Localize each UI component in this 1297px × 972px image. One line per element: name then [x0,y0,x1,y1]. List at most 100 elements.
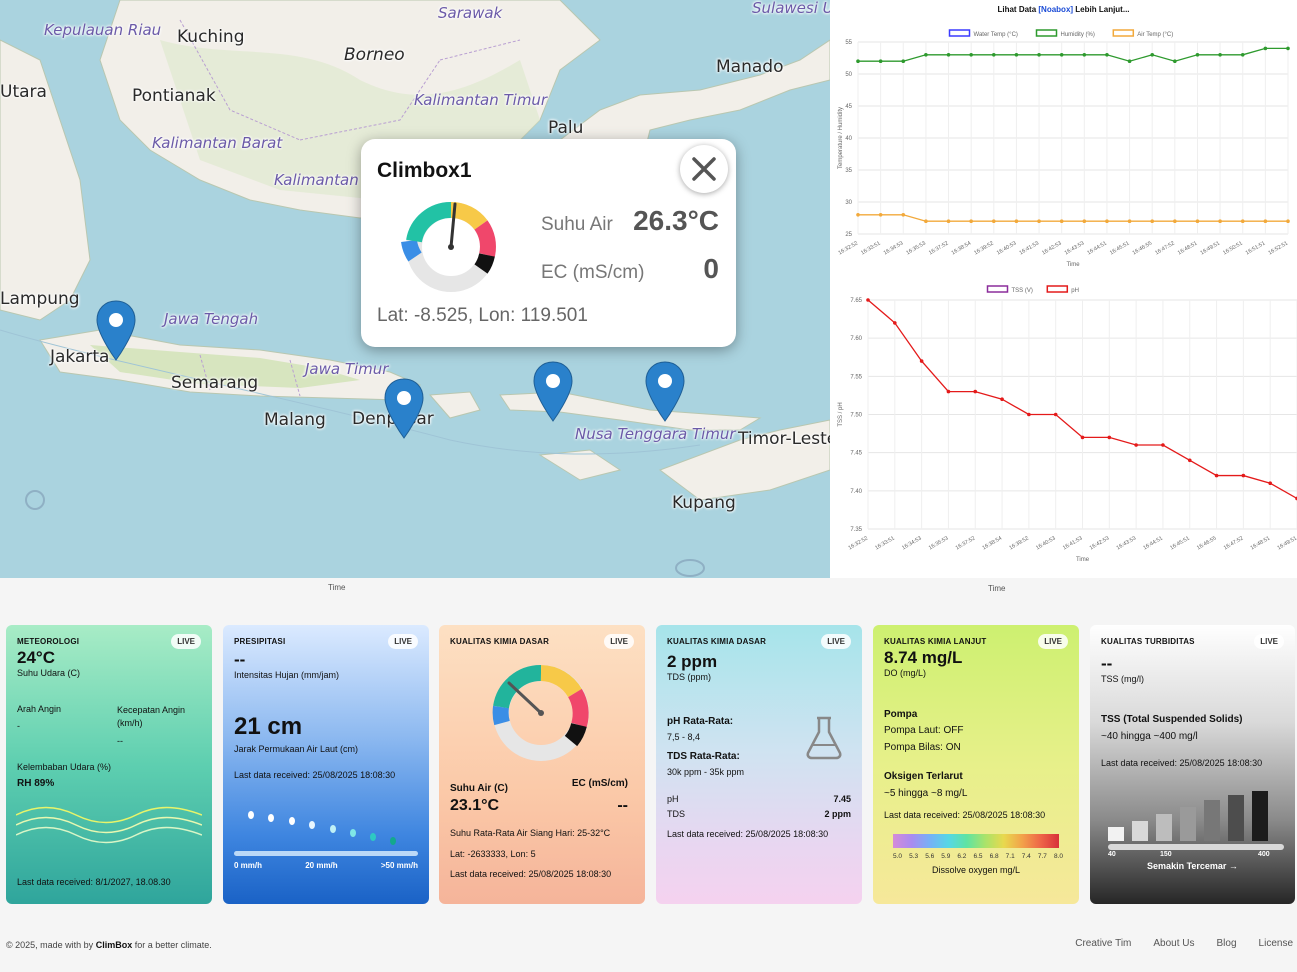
x-tick-label: 16:40:53 [996,241,1018,257]
time-label-strip: Time Time [0,578,1297,598]
x-tick-label: 16:45:51 [1109,241,1131,257]
map-marker-pin[interactable] [384,378,424,440]
wave-icon [16,806,202,844]
footer-copyright: © 2025, made with by ClimBox for a bette… [6,940,212,950]
scale-label: 5.0 [893,853,903,860]
x-tick-label: 16:32:52 [837,241,859,257]
x-tick-label: 16:33:51 [874,536,896,552]
map-label-region: Kalimantan Timur [414,91,548,109]
ph-average-label: pH Rata-Rata: [667,716,734,727]
do-label: DO (mg/L) [884,668,927,678]
kimia-dasar-tds-card[interactable]: KUALITAS KIMIA DASAR LIVE 2 ppm TDS (ppm… [656,625,862,904]
noabox-link[interactable]: [Noabox] [1038,5,1073,14]
data-point [924,53,928,57]
live-badge: LIVE [821,634,851,649]
time-axis-label: Time [988,584,1006,593]
x-tick-label: 16:47:52 [1154,241,1176,257]
data-point [1000,397,1004,402]
map-label-region: Kalimantan Barat [152,134,283,152]
presipitasi-card[interactable]: PRESIPITASI LIVE -- Intensitas Hujan (mm… [223,625,429,904]
x-tick-label: 16:51:51 [1245,241,1267,257]
more-link[interactable]: Lebih Lanjut... [1075,5,1129,14]
footer-link-about[interactable]: About Us [1153,938,1194,949]
brand-link[interactable]: ClimBox [96,940,133,950]
scale-label: 150 [1160,851,1172,858]
close-icon [692,157,716,181]
sea-distance-value: 21 cm [234,713,303,740]
map-label-region: Sarawak [438,4,503,22]
x-tick-label: 16:49:51 [1276,536,1297,552]
y-tick-label: 50 [845,72,852,78]
tds-row-label: TDS [667,809,685,819]
live-badge: LIVE [388,634,418,649]
footer-link-blog[interactable]: Blog [1217,938,1237,949]
data-point [1037,219,1041,223]
water-temp-value: 23.1°C [450,797,500,814]
data-point [1161,443,1165,447]
kimia-lanjut-card[interactable]: KUALITAS KIMIA LANJUT LIVE 8.74 mg/L DO … [873,625,1079,904]
x-tick-label: 16:34:53 [901,536,923,552]
map-label-city: Pontianak [132,86,216,106]
x-tick-label: 16:52:51 [1267,241,1289,257]
ec-value: -- [617,797,628,814]
tds-average-value: 30k ppm - 35k ppm [667,767,745,777]
last-received: Last data received: 25/08/2025 18:08:30 [1101,758,1263,768]
y-tick-label: 25 [845,232,852,238]
meteorologi-card[interactable]: METEOROLOGI LIVE 24°C Suhu Udara (C) Ara… [6,625,212,904]
map-pin-icon [533,361,573,422]
footer-link-license[interactable]: License [1259,938,1293,949]
oxygen-color-scale [893,834,1059,848]
popup-ec-row: EC (mS/cm) 0 [541,253,719,285]
popup-ec-value: 0 [703,253,719,284]
x-tick-label: 16:46:55 [1196,536,1218,552]
map-label-city: Palu [548,118,584,138]
x-tick-label: 16:32:52 [847,536,869,552]
data-point [1240,53,1245,57]
map-label-region: Nusa Tenggara Timur [575,425,736,443]
popup-close-button[interactable] [680,145,728,193]
pollution-trend-label: Semakin Tercemar → [1147,861,1238,871]
legend-label: Water Temp (°C) [974,32,1018,38]
map-marker-pin[interactable] [533,361,573,423]
data-point [1263,219,1268,223]
data-point [1286,46,1290,51]
ph-average-value: 7,5 - 8,4 [667,732,701,742]
data-point [1195,53,1200,57]
data-point [1107,435,1112,440]
scale-label: 5.6 [925,853,935,860]
x-tick-label: 16:35:53 [905,241,927,257]
map-marker-pin[interactable] [645,361,685,423]
kimia-dasar-gauge-card[interactable]: KUALITAS KIMIA DASAR LIVE Suhu Air (C) E… [439,625,645,904]
scale-label: 40 [1108,851,1116,858]
turbiditas-card[interactable]: KUALITAS TURBIDITAS LIVE -- TSS (mg/l) T… [1090,625,1295,904]
pompa-title: Pompa [884,709,918,720]
data-point [973,389,978,394]
data-point [1218,219,1222,223]
data-point [1127,59,1132,63]
data-point [1014,219,1019,223]
x-tick-label: 16:44:51 [1142,536,1164,552]
map-marker-pin[interactable] [96,300,136,362]
data-point [1214,473,1219,478]
data-point [1150,53,1155,57]
legend-label: Air Temp (°C) [1137,32,1173,38]
map-pin-icon [384,378,424,439]
map-label-city: Kuching [177,27,245,47]
x-tick-label: 16:47:52 [1223,536,1245,552]
y-tick-label: 7.55 [850,374,862,380]
popup-title: Climbox1 [377,159,472,182]
tss-ph-chart: TSS (V) pH 7.35 7.40 7.45 7.50 7.55 7.60 7.65 16:… [838,285,1297,563]
legend-swatch [1046,285,1069,293]
data-point [1187,458,1192,463]
pompa-laut-status: Pompa Laut: OFF [884,725,964,736]
chart-header: Lihat Data [Noabox] Lebih Lanjut... [830,5,1297,14]
data-point [901,213,906,217]
footer-link-creative-tim[interactable]: Creative Tim [1075,938,1131,949]
popup-suhu-label: Suhu Air [541,214,613,235]
flask-icon [806,716,842,760]
map-view[interactable]: Kepulauan Riau Kuching Borneo Manado Pon… [0,0,830,578]
x-tick-label: 16:45:51 [1169,536,1191,552]
x-tick-label: 16:50:51 [1222,241,1244,257]
x-tick-label: 16:43:53 [1064,241,1086,257]
data-point [1127,219,1132,223]
